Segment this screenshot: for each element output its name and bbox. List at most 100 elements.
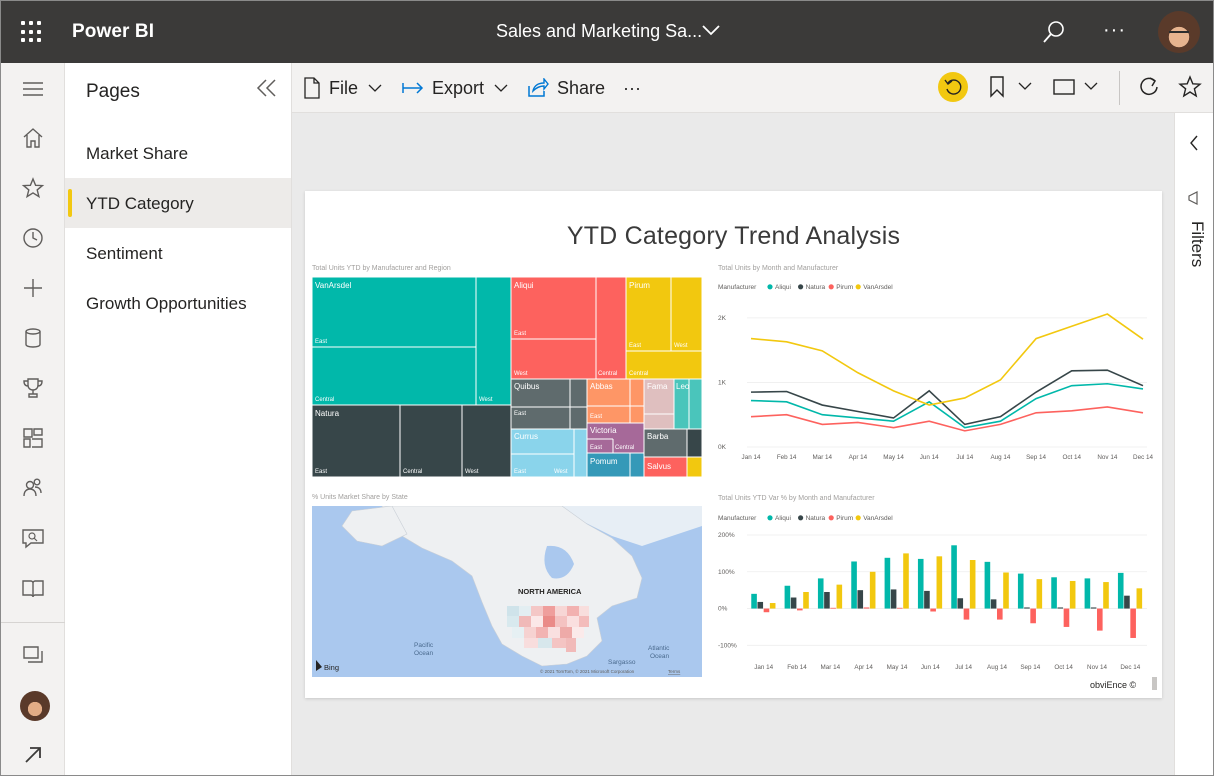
page-tab-ytd-category[interactable]: YTD Category [65,178,291,228]
workspace-switcher-icon[interactable] [21,643,45,667]
page-tab-sentiment[interactable]: Sentiment [65,228,291,278]
bar-natura[interactable] [1124,595,1130,609]
bar-pirum[interactable] [863,607,870,609]
bar-pirum[interactable] [1063,608,1070,627]
report-title[interactable]: Sales and Marketing Sa... [496,21,702,42]
reset-button[interactable] [938,72,968,102]
bar-natura[interactable] [990,599,997,609]
bar-natura[interactable] [757,601,764,609]
collapse-pane-icon[interactable] [255,77,279,99]
treemap-cell[interactable] [686,456,702,477]
legend-item[interactable]: VanArsdel [863,515,893,522]
datasets-icon[interactable] [21,326,45,350]
bar-aliqui[interactable] [1084,578,1091,609]
bar-aliqui[interactable] [851,561,857,609]
bar-pirum[interactable] [830,607,836,609]
line-chart[interactable]: Manufacturer Aliqui Natura Pirum VanArsdel … [715,277,1155,473]
bar-vanarsdel[interactable] [869,571,876,609]
legend-item[interactable]: Natura [806,515,826,522]
avatar[interactable] [1158,11,1200,53]
bar-aliqui[interactable] [1017,573,1024,609]
legend-item[interactable]: Aliqui [775,515,791,522]
map-visual[interactable]: NORTH AMERICA Pacific Ocean Atlantic Oce… [312,506,702,677]
learn-icon[interactable] [21,526,45,550]
bar-natura[interactable] [957,598,964,609]
bar-pirum[interactable] [963,608,970,620]
treemap-visual[interactable]: VanArsdel East Central West Natura East … [312,277,702,477]
scroll-handle[interactable] [1152,677,1157,690]
bar-natura[interactable] [1090,607,1097,609]
more-options-button[interactable]: ··· [623,75,641,101]
bar-vanarsdel[interactable] [803,592,809,609]
refresh-icon[interactable] [1137,75,1161,99]
more-icon[interactable]: ··· [1103,19,1126,42]
bar-aliqui[interactable] [1117,572,1124,609]
line-series-natura[interactable] [750,369,1144,426]
recent-icon[interactable] [21,226,45,250]
bar-pirum[interactable] [763,608,770,613]
bar-vanarsdel[interactable] [969,560,976,609]
bar-aliqui[interactable] [751,593,757,609]
treemap-cell[interactable] [625,277,702,380]
create-icon[interactable] [21,276,45,300]
bar-natura[interactable] [790,597,797,609]
bookmark-icon[interactable] [989,75,1005,99]
bar-natura[interactable] [824,592,830,609]
bar-aliqui[interactable] [784,585,791,609]
goals-icon[interactable] [21,376,45,400]
treemap-cell[interactable] [510,277,627,380]
bar-pirum[interactable] [797,608,803,611]
bar-vanarsdel[interactable] [936,556,943,609]
bar-pirum[interactable] [930,608,936,612]
bar-aliqui[interactable] [884,557,891,609]
map-terms-link[interactable]: Terms [668,669,681,674]
workspaces-icon[interactable] [21,576,45,600]
bar-aliqui[interactable] [917,558,924,609]
bar-pirum[interactable] [997,608,1003,620]
file-menu-button[interactable]: File [303,75,390,101]
page-tab-growth-opportunities[interactable]: Growth Opportunities [65,278,291,328]
bar-aliqui[interactable] [1051,577,1057,609]
treemap-cell[interactable] [312,277,512,406]
search-icon[interactable] [1041,19,1067,45]
page-tab-market-share[interactable]: Market Share [65,128,291,178]
export-menu-button[interactable]: Export [402,75,516,101]
legend-item[interactable]: Pirum [836,515,853,522]
chevron-down-icon[interactable] [701,23,721,37]
bar-pirum[interactable] [1130,608,1136,638]
bar-natura[interactable] [890,589,897,609]
legend-item[interactable]: VanArsdel [863,284,893,291]
bar-vanarsdel[interactable] [903,553,909,609]
bar-pirum[interactable] [1097,608,1103,631]
chevron-down-icon[interactable] [1018,81,1032,91]
bar-aliqui[interactable] [817,578,824,609]
bar-aliqui[interactable] [951,545,957,609]
home-icon[interactable] [21,126,45,150]
menu-icon[interactable] [21,77,45,101]
app-launcher-icon[interactable] [21,21,43,43]
bar-natura[interactable] [857,590,864,609]
expand-icon[interactable] [21,743,45,767]
view-icon[interactable] [1053,79,1075,95]
legend-item[interactable]: Pirum [836,284,853,291]
bar-natura[interactable] [924,590,930,609]
legend-item[interactable]: Aliqui [775,284,791,291]
shared-icon[interactable] [21,476,45,500]
bar-natura[interactable] [1057,607,1064,609]
bar-vanarsdel[interactable] [836,584,843,609]
bar-vanarsdel[interactable] [1003,572,1009,609]
app-name[interactable]: Power BI [72,21,154,43]
bar-aliqui[interactable] [984,561,991,609]
favorites-icon[interactable] [21,176,45,200]
line-series-vanarsdel[interactable] [750,313,1144,406]
bar-vanarsdel[interactable] [1136,588,1143,609]
bar-vanarsdel[interactable] [1069,580,1076,609]
apps-icon[interactable] [21,426,45,450]
bar-chart[interactable]: Manufacturer Aliqui Natura Pirum VanArsdel … [715,507,1155,673]
bar-pirum[interactable] [1030,608,1036,624]
filters-label[interactable]: Filters [1187,221,1207,267]
avatar[interactable] [20,691,50,721]
chevron-left-icon[interactable] [1189,135,1199,151]
bar-natura[interactable] [1024,607,1030,609]
bar-vanarsdel[interactable] [1036,579,1043,609]
